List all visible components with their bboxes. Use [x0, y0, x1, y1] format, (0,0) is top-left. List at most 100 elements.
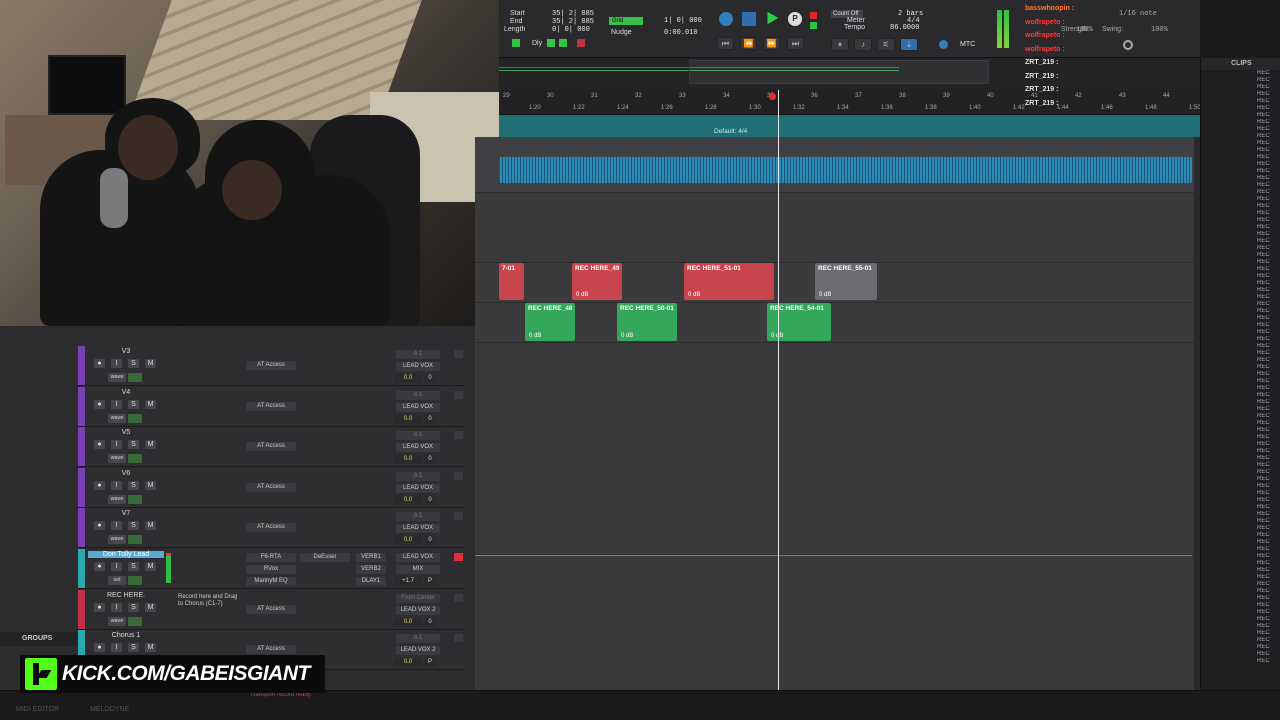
clip-list-item[interactable]: REC — [1201, 294, 1280, 301]
grid-value[interactable]: 1| 0| 000 — [664, 17, 702, 25]
groups-panel[interactable]: GROUPS — [0, 632, 78, 646]
clip-list-item[interactable]: REC — [1201, 126, 1280, 133]
track-box-icon[interactable] — [454, 634, 463, 643]
playlist-button[interactable] — [128, 616, 142, 626]
track-comment[interactable]: Record here and Drag to Chorus (C1-7) — [178, 594, 240, 608]
clip-list-item[interactable]: REC — [1201, 182, 1280, 189]
click-icon[interactable]: ⚟ — [877, 38, 895, 51]
solo-button[interactable]: S — [128, 521, 139, 531]
rec-enable-button[interactable]: ● — [94, 480, 105, 490]
clip-list-item[interactable]: REC — [1201, 147, 1280, 154]
clip-list-item[interactable]: REC — [1201, 658, 1280, 665]
solo-button[interactable]: S — [128, 480, 139, 490]
send-slot[interactable]: DLAY1 — [356, 577, 386, 586]
insert-slot[interactable]: AT Access — [246, 482, 296, 492]
clip-list-item[interactable]: REC — [1201, 168, 1280, 175]
track-pan[interactable]: 0 — [424, 374, 436, 383]
clip-list-item[interactable]: REC — [1201, 518, 1280, 525]
input-slot[interactable]: A 1 — [396, 471, 440, 481]
insert-slot[interactable]: AT Access — [246, 401, 296, 411]
end-value[interactable]: 35| 2| 085 — [552, 18, 594, 26]
clip-list-item[interactable]: REC — [1201, 329, 1280, 336]
clip-list-item[interactable]: REC — [1201, 385, 1280, 392]
clip-list-item[interactable]: REC — [1201, 462, 1280, 469]
clip-list-item[interactable]: REC — [1201, 84, 1280, 91]
end-button[interactable]: ⏭ — [787, 37, 804, 50]
track-name[interactable]: V3 — [88, 348, 164, 355]
clip-list-item[interactable]: REC — [1201, 595, 1280, 602]
clip-list-item[interactable]: REC — [1201, 567, 1280, 574]
clip-list-item[interactable]: REC — [1201, 637, 1280, 644]
start-value[interactable]: 35| 2| 085 — [552, 10, 594, 18]
meter-ruler[interactable]: Default: 4/4 — [499, 115, 1200, 137]
track-5[interactable]: Don Tolly Lead ● I S Mvol F6-RTA RVox MannyM EQ… — [78, 549, 464, 589]
track-box-icon[interactable] — [454, 471, 463, 480]
clip-list-item[interactable]: REC — [1201, 511, 1280, 518]
output-slot[interactable]: LEAD VOX — [396, 483, 440, 493]
track-volume[interactable]: 0.0 — [394, 658, 422, 668]
clip-list-item[interactable]: REC — [1201, 98, 1280, 105]
clip-list-item[interactable]: REC — [1201, 651, 1280, 658]
rec-enable-button[interactable]: ● — [94, 521, 105, 531]
solo-button[interactable]: S — [128, 643, 139, 653]
clips-panel[interactable]: CLIPS REC REC REC REC REC REC REC REC REC REC REC R… — [1200, 58, 1280, 690]
input-monitor-button[interactable]: I — [111, 440, 122, 450]
track-name[interactable]: V6 — [88, 470, 164, 477]
clip-list-item[interactable]: REC — [1201, 350, 1280, 357]
clip-list-item[interactable]: REC — [1201, 301, 1280, 308]
clip-list-item[interactable]: REC — [1201, 343, 1280, 350]
clip-list-item[interactable]: REC — [1201, 231, 1280, 238]
insert-slot[interactable]: AT Access — [246, 523, 296, 533]
clip-list-item[interactable]: REC — [1201, 273, 1280, 280]
insert-slot[interactable]: AT Access — [246, 645, 296, 655]
clip-list-item[interactable]: REC — [1201, 504, 1280, 511]
output-slot[interactable]: LEAD VOX — [396, 362, 440, 371]
audio-clip-beat[interactable] — [499, 157, 1192, 183]
clip-list-item[interactable]: REC — [1201, 224, 1280, 231]
lane-rec-green[interactable]: REC HERE_48 0 dB REC HERE_50-01 0 dB REC… — [475, 303, 1200, 343]
rec-enable-button[interactable]: ● — [94, 602, 105, 612]
track-pan[interactable]: 0 — [424, 617, 436, 627]
clip-list-item[interactable]: REC — [1201, 266, 1280, 273]
clip-grey[interactable]: REC HERE_55-01 0 dB — [815, 263, 877, 300]
input-monitor-button[interactable]: I — [111, 359, 122, 368]
clip-list-item[interactable]: REC — [1201, 427, 1280, 434]
clip-list-item[interactable]: REC — [1201, 259, 1280, 266]
grid-toggle[interactable]: Grid — [609, 17, 643, 25]
clip-list-item[interactable]: REC — [1201, 161, 1280, 168]
mute-button[interactable]: M — [145, 562, 156, 571]
clip-list-item[interactable]: REC — [1201, 588, 1280, 595]
track-pan[interactable]: P — [424, 658, 436, 668]
lane-rec-red[interactable]: 7-01 REC HERE_49 0 dB REC HERE_51-01 0 d… — [475, 263, 1200, 303]
clip-list-item[interactable]: REC — [1201, 371, 1280, 378]
clip-list-item[interactable]: REC — [1201, 70, 1280, 77]
rec-enable-button[interactable]: ● — [94, 643, 105, 653]
mute-button[interactable]: M — [145, 602, 156, 612]
track-name[interactable]: REC HERE. — [88, 592, 164, 599]
input-monitor-button[interactable]: I — [111, 399, 122, 409]
clip-list-item[interactable]: REC — [1201, 581, 1280, 588]
clip-list-item[interactable]: REC — [1201, 112, 1280, 119]
playlist-button[interactable] — [128, 454, 142, 464]
insert-slot[interactable]: AT Access — [246, 604, 296, 614]
conductor-icon[interactable]: ⇣ — [900, 38, 918, 51]
rec-enable-button[interactable]: ● — [94, 562, 105, 571]
playlist-button[interactable] — [128, 373, 142, 382]
output-slot[interactable]: LEAD VOX — [396, 443, 440, 453]
track-pan[interactable]: 0 — [424, 455, 436, 465]
insert-slot[interactable]: F6-RTA — [246, 553, 296, 562]
track-2[interactable]: V5 ● I S Mwave AT Access A 1 LEAD VOX 0.0 0 — [78, 427, 464, 468]
sync-icon[interactable] — [939, 40, 948, 49]
view-mode[interactable]: wave — [108, 413, 126, 423]
rec-enable-button[interactable]: ● — [94, 440, 105, 450]
rewind-button[interactable]: ⏪ — [740, 37, 757, 50]
insert-slot[interactable]: RVox — [246, 565, 296, 574]
input-monitor-button[interactable]: I — [111, 643, 122, 653]
clip-list-item[interactable]: REC — [1201, 210, 1280, 217]
clip-list-item[interactable]: REC — [1201, 539, 1280, 546]
tempo-value[interactable]: 86.0000 — [890, 24, 919, 32]
clip-list-item[interactable]: REC — [1201, 602, 1280, 609]
lane-empty-1[interactable] — [475, 193, 1200, 263]
clip-red[interactable]: 7-01 — [499, 263, 524, 300]
clip-list-item[interactable]: REC — [1201, 336, 1280, 343]
